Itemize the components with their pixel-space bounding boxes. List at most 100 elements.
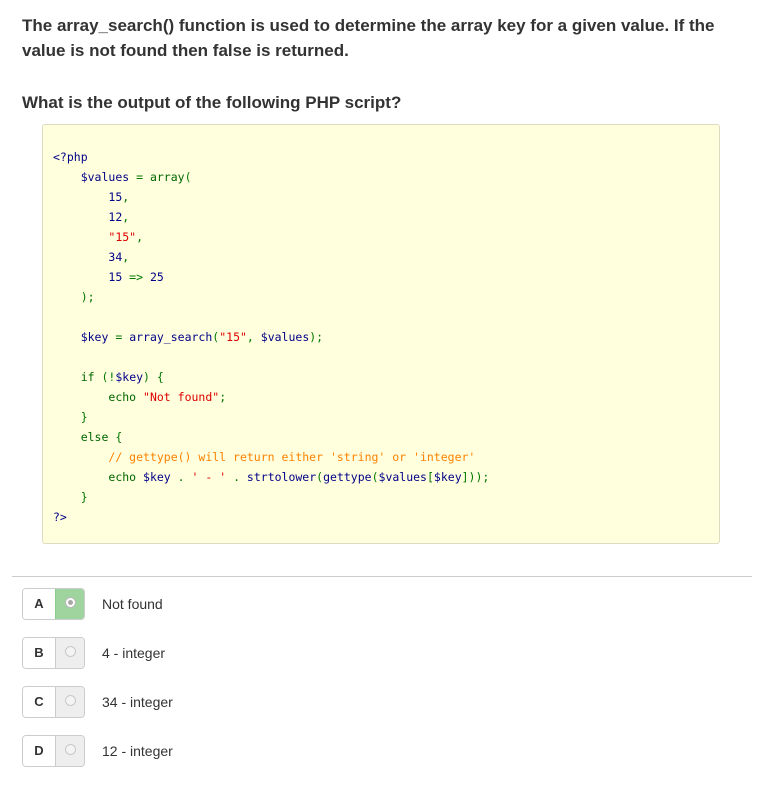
radio-button[interactable] — [65, 695, 76, 706]
code-token: strtolower — [246, 470, 317, 484]
code-line: ?> — [53, 507, 489, 527]
code-token: $key — [80, 330, 109, 344]
question-prompt: What is the output of the following PHP … — [22, 93, 402, 112]
code-token: "15" — [219, 330, 247, 344]
radio-cell[interactable] — [55, 687, 84, 717]
option-letter: A — [23, 589, 55, 619]
code-token: $key — [143, 470, 171, 484]
answer-option-c-button[interactable]: C — [22, 686, 85, 718]
code-token: 25 — [149, 270, 164, 284]
code-token: if — [80, 370, 95, 384]
code-token: ' - ' — [191, 470, 227, 484]
code-token: ; — [219, 390, 227, 404]
code-block: <?php $values = array( 15, 12, "15", 34,… — [42, 124, 720, 544]
code-line: 12, — [53, 207, 489, 227]
code-line: $key = array_search("15", $values); — [53, 327, 489, 347]
code-token: = — [108, 330, 130, 344]
radio-button[interactable] — [65, 744, 76, 755]
option-letter: C — [23, 687, 55, 717]
code-token: ( — [371, 470, 379, 484]
code-token: echo — [108, 390, 137, 404]
code-token: } — [80, 410, 88, 424]
code-token: ); — [80, 290, 95, 304]
code-token: echo — [108, 470, 137, 484]
php-code: <?php $values = array( 15, 12, "15", 34,… — [53, 147, 489, 527]
code-token: ); — [309, 330, 324, 344]
code-token: ) { — [143, 370, 164, 384]
option-text[interactable]: 4 - integer — [102, 637, 165, 669]
code-line: "15", — [53, 227, 489, 247]
answer-option-a-button[interactable]: A — [22, 588, 85, 620]
code-token: $values — [80, 170, 130, 184]
code-token: 12 — [108, 210, 123, 224]
answer-option-c[interactable]: C 34 - integer — [22, 686, 622, 718]
code-token: , — [246, 330, 261, 344]
code-token: else — [80, 430, 109, 444]
code-token: , — [122, 210, 130, 224]
option-letter: D — [23, 736, 55, 766]
code-line: // gettype() will return either 'string'… — [53, 447, 489, 467]
code-token: = — [129, 170, 150, 184]
radio-cell[interactable] — [55, 638, 84, 668]
code-token: $values — [260, 330, 310, 344]
radio-button-checked[interactable] — [65, 597, 76, 608]
answer-option-b-button[interactable]: B — [22, 637, 85, 669]
code-token: => — [122, 270, 150, 284]
answer-option-d[interactable]: D 12 - integer — [22, 735, 622, 767]
code-line: echo $key . ' - ' . strtolower(gettype($… — [53, 467, 489, 487]
code-line: else { — [53, 427, 489, 447]
code-token: <?php — [53, 150, 88, 164]
radio-button[interactable] — [65, 646, 76, 657]
answer-option-b[interactable]: B 4 - integer — [22, 637, 622, 669]
code-token: [ — [426, 470, 434, 484]
option-text[interactable]: 34 - integer — [102, 686, 173, 718]
code-token: $key — [115, 370, 144, 384]
code-token: 15 — [108, 190, 123, 204]
code-token: . — [170, 470, 192, 484]
question-text: The array_search() function is used to d… — [22, 16, 715, 60]
divider — [12, 576, 752, 577]
code-token: { — [108, 430, 123, 444]
code-token: ?> — [53, 510, 67, 524]
code-token: "15" — [108, 230, 137, 244]
radio-cell[interactable] — [55, 736, 84, 766]
answer-option-d-button[interactable]: D — [22, 735, 85, 767]
code-token: ])); — [461, 470, 490, 484]
code-line: ); — [53, 287, 489, 307]
code-token: . — [226, 470, 247, 484]
code-token: // gettype() will return either 'string'… — [108, 450, 476, 464]
code-token: 34 — [108, 250, 123, 264]
code-line: $values = array( — [53, 167, 489, 187]
code-token: , — [122, 250, 130, 264]
code-token: ( — [184, 170, 192, 184]
code-token: , — [136, 230, 144, 244]
code-token: $values — [378, 470, 427, 484]
code-token: "Not found" — [143, 390, 220, 404]
code-token: gettype — [323, 470, 372, 484]
code-line: } — [53, 407, 489, 427]
option-text[interactable]: Not found — [102, 588, 163, 620]
code-token: 15 — [108, 270, 123, 284]
code-token: , — [122, 190, 130, 204]
code-token: } — [80, 490, 88, 504]
code-line: 34, — [53, 247, 489, 267]
radio-cell[interactable] — [55, 589, 84, 619]
answer-option-a[interactable]: A Not found — [22, 588, 622, 620]
option-text[interactable]: 12 - integer — [102, 735, 173, 767]
